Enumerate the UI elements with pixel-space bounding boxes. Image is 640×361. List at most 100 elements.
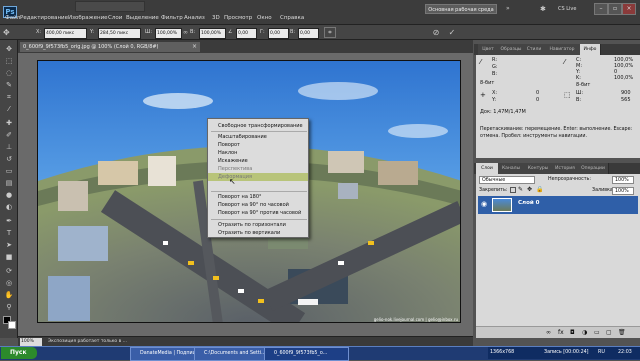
blend-mode-select[interactable]: Обычные (479, 176, 535, 184)
tab-actions[interactable]: Операции (578, 163, 609, 174)
menu-select[interactable]: Выделение (126, 15, 159, 21)
menu-analysis[interactable]: Анализ (184, 15, 205, 21)
background-color-swatch[interactable] (8, 321, 16, 329)
workspace-button[interactable]: Основная рабочая среда (425, 4, 497, 14)
move-tool-icon[interactable]: ✥ (3, 27, 15, 38)
adjustment-layer-icon[interactable]: ◑ (582, 329, 590, 337)
type-tool-icon[interactable]: T (3, 228, 15, 238)
document-tab[interactable]: 0_600f9_9f573fb5_orig.jpg @ 100% (Слой 0… (20, 42, 200, 52)
menu-window[interactable]: Окно (257, 15, 272, 21)
tab-paths[interactable]: Контуры (524, 163, 553, 174)
menu-item-free-transform[interactable]: Свободное трансформирование (208, 122, 308, 130)
y-input[interactable]: 284,50 пикс (98, 28, 141, 39)
taskbar-item-explorer[interactable]: C:\Documents and Setti... (194, 347, 273, 361)
menu-item-warp[interactable]: Деформация (208, 173, 308, 181)
menu-layers[interactable]: Слои (108, 15, 122, 21)
history-brush-tool-icon[interactable]: ↺ (3, 154, 15, 164)
tab-history[interactable]: История (552, 163, 579, 174)
app-bar-buttons[interactable] (75, 1, 145, 12)
lock-transparency-icon[interactable] (510, 187, 516, 193)
new-layer-icon[interactable]: ▢ (606, 329, 614, 337)
menu-item-rotate-90-ccw[interactable]: Поворот на 90° против часовой (208, 209, 308, 217)
brush-tool-icon[interactable]: ✐ (3, 130, 15, 140)
dodge-tool-icon[interactable]: ◐ (3, 202, 15, 212)
lock-position-icon[interactable]: ✥ (527, 186, 535, 194)
menu-item-rotate-180[interactable]: Поворот на 180° (208, 193, 308, 201)
warp-mode-icon[interactable]: ⌗ (324, 27, 336, 38)
3d-orbit-tool-icon[interactable]: ◎ (3, 278, 15, 288)
menu-item-flip-vertical[interactable]: Отразить по вертикали (208, 229, 308, 237)
menu-filter[interactable]: Фильтр (161, 15, 183, 21)
link-icon[interactable]: ∞ (183, 28, 189, 37)
width-input[interactable]: 100,00% (155, 28, 182, 39)
height-input[interactable]: 100,00% (199, 28, 226, 39)
vskew-input[interactable]: 0,00 (298, 28, 319, 39)
x-input[interactable]: 400,00 пикс (44, 28, 87, 39)
layer-style-icon[interactable]: fx (558, 329, 566, 337)
3d-rotate-tool-icon[interactable]: ⟳ (3, 266, 15, 276)
menu-help[interactable]: Справка (280, 15, 304, 21)
menu-edit[interactable]: Редактирование (20, 15, 68, 21)
gradient-tool-icon[interactable]: ▤ (3, 178, 15, 188)
lasso-tool-icon[interactable]: ◌ (3, 68, 15, 78)
delete-layer-icon[interactable]: 🗑 (618, 329, 626, 337)
move-tool-icon[interactable]: ✥ (3, 44, 15, 54)
minimize-icon[interactable]: – (594, 3, 608, 15)
eraser-tool-icon[interactable]: ▭ (3, 166, 15, 176)
tray-record-status[interactable]: Запись [00:00:24] (544, 347, 589, 359)
tab-info[interactable]: Инфо (580, 44, 601, 55)
settings-icon[interactable]: ✱ (540, 4, 550, 14)
close-document-icon[interactable]: × (192, 42, 200, 52)
cs-live-button[interactable]: CS Live (558, 4, 584, 14)
commit-transform-icon[interactable]: ✓ (446, 27, 458, 38)
close-icon[interactable]: × (622, 3, 636, 15)
menu-3d[interactable]: 3D (212, 15, 220, 21)
hand-tool-icon[interactable]: ✋ (3, 290, 15, 300)
tab-swatches[interactable]: Образцы (498, 44, 525, 55)
tab-layers[interactable]: Слои (476, 163, 499, 174)
menu-view[interactable]: Просмотр (224, 15, 252, 21)
menu-image[interactable]: Изображение (68, 15, 108, 21)
layer-row[interactable]: ◉ Слой 0 (478, 196, 638, 214)
tab-color[interactable]: Цвет (478, 44, 499, 55)
zoom-tool-icon[interactable]: ⚲ (3, 302, 15, 312)
menu-file[interactable]: Файл (5, 15, 20, 21)
pen-tool-icon[interactable]: ✒ (3, 216, 15, 226)
menu-item-perspective[interactable]: Перспектива (208, 165, 308, 173)
expand-arrows-icon[interactable]: » (506, 5, 516, 13)
crop-tool-icon[interactable]: ⌗ (3, 92, 15, 102)
new-group-icon[interactable]: ▭ (594, 329, 602, 337)
clone-stamp-tool-icon[interactable]: ⊥ (3, 142, 15, 152)
hskew-input[interactable]: 0,00 (268, 28, 289, 39)
restore-icon[interactable]: ▫ (608, 3, 622, 15)
menu-item-flip-horizontal[interactable]: Отразить по горизонтали (208, 221, 308, 229)
menu-item-rotate[interactable]: Поворот (208, 141, 308, 149)
lock-pixels-icon[interactable]: ✎ (518, 186, 526, 194)
opacity-input[interactable]: 100% (612, 176, 634, 184)
marquee-tool-icon[interactable]: ⬚ (3, 56, 15, 66)
blur-tool-icon[interactable]: ● (3, 190, 15, 200)
cancel-transform-icon[interactable]: ⊘ (430, 27, 442, 38)
fill-input[interactable]: 100% (612, 187, 634, 195)
healing-tool-icon[interactable]: ✚ (3, 118, 15, 128)
shape-tool-icon[interactable]: ■ (3, 252, 15, 262)
layer-mask-icon[interactable]: ◘ (570, 329, 578, 337)
zoom-field[interactable]: 100% (20, 338, 42, 346)
angle-input[interactable]: 0,00 (236, 28, 257, 39)
link-layers-icon[interactable]: ∞ (546, 329, 554, 337)
menu-item-distort[interactable]: Искажение (208, 157, 308, 165)
tray-language[interactable]: RU (598, 347, 605, 359)
eyedropper-tool-icon[interactable]: ⁄ (3, 104, 15, 114)
menu-item-rotate-90-cw[interactable]: Поворот на 90° по часовой (208, 201, 308, 209)
layer-name[interactable]: Слой 0 (518, 200, 539, 206)
taskbar-item-browser[interactable]: DanateMedia | Подпищ... (130, 347, 203, 361)
lock-all-icon[interactable]: 🔒 (536, 186, 544, 194)
menu-item-skew[interactable]: Наклон (208, 149, 308, 157)
quick-select-tool-icon[interactable]: ✎ (3, 80, 15, 90)
tab-styles[interactable]: Стили (524, 44, 545, 55)
visibility-eye-icon[interactable]: ◉ (481, 200, 489, 209)
tab-channels[interactable]: Каналы (498, 163, 525, 174)
menu-item-scale[interactable]: Масштабирование (208, 133, 308, 141)
taskbar-item-photoshop[interactable]: 0_600f9_9f573fb5_o... (264, 347, 349, 361)
start-button[interactable]: Пуск (1, 347, 37, 359)
